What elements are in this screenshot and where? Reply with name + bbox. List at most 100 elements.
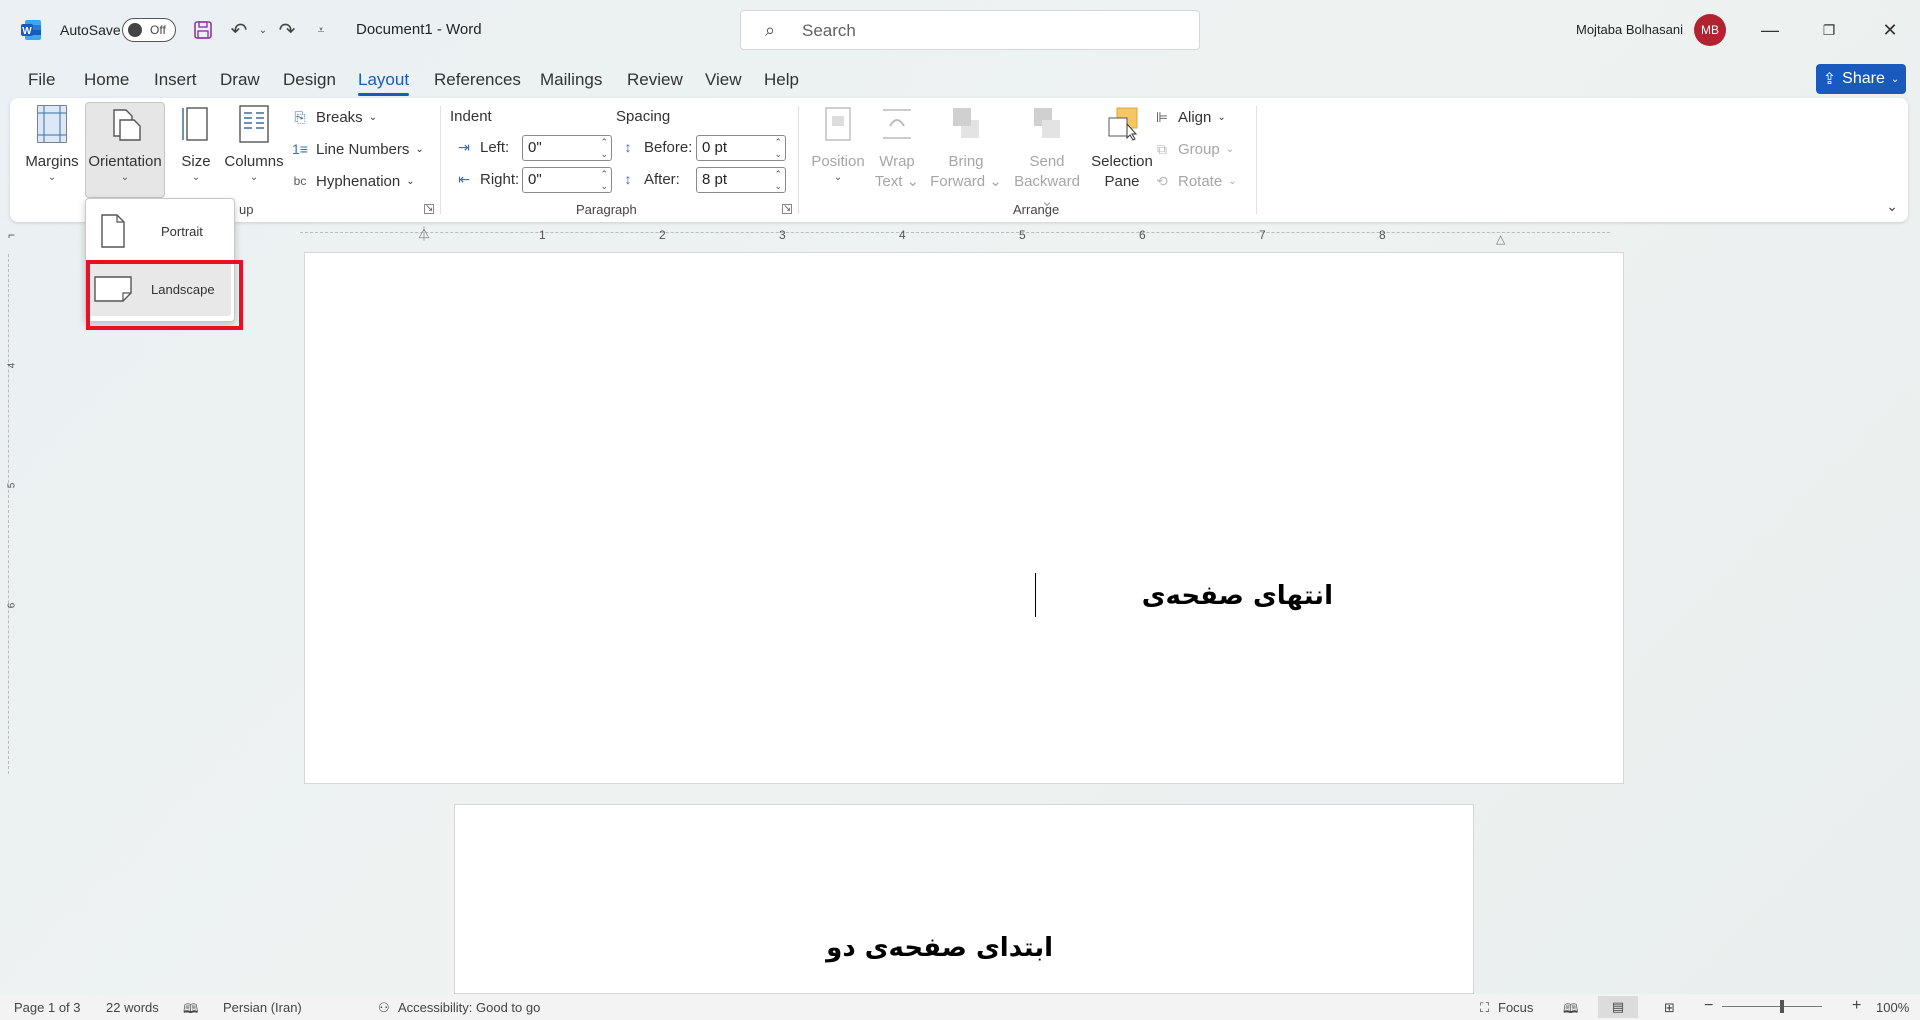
tab-references[interactable]: References [434, 70, 521, 90]
page-setup-launcher-icon[interactable]: ↘ [424, 204, 434, 214]
page2-text[interactable]: ابتدای صفحه‌ی دو [826, 933, 1053, 963]
breaks-label: Breaks [316, 108, 363, 126]
bring-forward-label-1: Bring [948, 153, 984, 170]
margins-icon [37, 105, 67, 143]
document-page-2[interactable]: ابتدای صفحه‌ی دو [454, 804, 1474, 994]
bring-forward-icon [953, 108, 979, 138]
spinner-arrows-icon[interactable]: ⌃ ⌄ [600, 136, 608, 160]
spacing-before-label: Before: [644, 138, 693, 156]
ruler-number: 2 [659, 228, 666, 242]
redo-icon[interactable]: ↷ [274, 17, 300, 43]
tab-selector-icon[interactable]: ⌐ [8, 228, 15, 242]
document-page-1[interactable]: انتهای صفحه‌ی [304, 252, 1624, 784]
bring-forward-button[interactable]: Bring Forward ⌄ [928, 104, 1004, 192]
right-indent-marker-icon[interactable]: △ [1496, 232, 1505, 246]
line-numbers-button[interactable]: 1≡ Line Numbers ⌄ [290, 140, 424, 158]
accessibility-status[interactable]: Accessibility: Good to go [398, 1000, 540, 1015]
indent-right-label: Right: [480, 170, 520, 188]
save-icon[interactable] [190, 17, 216, 43]
share-button[interactable]: ⇪ Share ⌄ [1816, 64, 1906, 94]
tab-draw[interactable]: Draw [220, 70, 260, 90]
tab-design[interactable]: Design [283, 70, 336, 90]
indent-right-icon: ⇤ [458, 170, 470, 187]
hyphenation-button[interactable]: bc Hyphenation ⌄ [290, 172, 415, 190]
focus-icon[interactable]: ⛶ [1480, 1000, 1489, 1016]
send-backward-button[interactable]: Send Backward ⌄ [1006, 104, 1088, 212]
user-name[interactable]: Mojtaba Bolhasani [1576, 22, 1683, 37]
wrap-text-button[interactable]: Wrap Text ⌄ [872, 104, 922, 192]
focus-label[interactable]: Focus [1498, 1000, 1533, 1015]
menu-item-portrait[interactable]: Portrait [89, 204, 231, 258]
spinner-arrows-icon[interactable]: ⌃ ⌄ [774, 136, 782, 160]
close-icon[interactable]: ✕ [1875, 16, 1905, 44]
ruler-number: 3 [779, 228, 786, 242]
indent-right-input[interactable]: 0" ⌃ ⌄ [522, 167, 612, 193]
paragraph-launcher-icon[interactable]: ↘ [782, 204, 792, 214]
orientation-button[interactable]: Orientation ⌄ [86, 104, 164, 184]
position-button[interactable]: Position ⌄ [808, 104, 868, 184]
tab-insert[interactable]: Insert [154, 70, 197, 90]
tab-home[interactable]: Home [84, 70, 129, 90]
spacing-after-value: 8 pt [702, 171, 728, 188]
print-layout-icon[interactable]: ▤ [1598, 996, 1638, 1018]
word-count[interactable]: 22 words [106, 1000, 159, 1015]
tab-file[interactable]: File [28, 70, 55, 90]
restore-icon[interactable]: ❐ [1814, 16, 1844, 44]
read-mode-icon[interactable]: 🕮 [1563, 1000, 1578, 1020]
indent-marker-icon[interactable]: ⏃ [417, 224, 431, 244]
zoom-out-icon[interactable]: − [1704, 997, 1713, 1015]
search-placeholder: Search [802, 21, 856, 40]
breaks-button[interactable]: ⎘ Breaks ⌄ [290, 108, 377, 126]
tab-mailings[interactable]: Mailings [540, 70, 602, 90]
selection-pane-icon [1108, 107, 1138, 141]
indent-left-label: Left: [480, 138, 510, 156]
align-icon: ⊫ [1155, 108, 1169, 125]
collapse-ribbon-icon[interactable]: ⌄ [1886, 198, 1898, 215]
rotate-button[interactable]: ⟲ Rotate ⌄ [1152, 172, 1236, 190]
spacing-before-input[interactable]: 0 pt ⌃ ⌄ [696, 135, 786, 161]
send-backward-icon [1034, 108, 1060, 138]
spinner-arrows-icon[interactable]: ⌃ ⌄ [774, 168, 782, 192]
search-box[interactable]: ⌕ Search [740, 10, 1200, 50]
vertical-ruler[interactable] [8, 254, 18, 774]
indent-left-input[interactable]: 0" ⌃ ⌄ [522, 135, 612, 161]
spacing-after-icon: ↕ [624, 171, 632, 187]
proofing-icon[interactable]: 🕮 [183, 1000, 198, 1020]
size-button[interactable]: Size ⌄ [175, 104, 217, 184]
spacing-after: ↕ After: [618, 170, 680, 188]
margins-button[interactable]: Margins ⌄ [24, 104, 80, 184]
spacing-after-input[interactable]: 8 pt ⌃ ⌄ [696, 167, 786, 193]
text-cursor [1035, 573, 1036, 617]
tab-review[interactable]: Review [627, 70, 683, 90]
tab-help[interactable]: Help [764, 70, 799, 90]
undo-icon[interactable]: ↶ [226, 17, 252, 43]
status-bar: Page 1 of 3 22 words 🕮 Persian (Iran) ⚇ … [0, 994, 1920, 1020]
horizontal-ruler[interactable] [0, 226, 1920, 248]
portrait-label: Portrait [161, 223, 203, 239]
spinner-arrows-icon[interactable]: ⌃ ⌄ [600, 168, 608, 192]
zoom-in-icon[interactable]: + [1852, 997, 1861, 1015]
undo-dropdown-icon[interactable]: ⌄ [250, 17, 276, 43]
customize-qat-icon[interactable]: ⩡ [308, 17, 334, 43]
page1-text[interactable]: انتهای صفحه‌ی [1142, 581, 1333, 611]
tab-layout[interactable]: Layout [358, 70, 410, 96]
columns-button[interactable]: Columns ⌄ [222, 104, 286, 184]
bring-forward-label-2: Forward ⌄ [930, 173, 1002, 190]
avatar[interactable]: MB [1694, 14, 1726, 46]
ruler-number: 6 [1139, 228, 1146, 242]
ribbon: Margins ⌄ Orientation ⌄ Size ⌄ Columns ⌄… [10, 98, 1908, 222]
indent-label: Indent [450, 108, 492, 125]
language[interactable]: Persian (Iran) [223, 1000, 302, 1015]
indent-left-icon: ⇥ [458, 138, 470, 155]
zoom-slider-thumb[interactable] [1780, 1000, 1784, 1013]
page-count[interactable]: Page 1 of 3 [14, 1000, 81, 1015]
autosave-toggle[interactable]: Off [122, 18, 176, 42]
zoom-level[interactable]: 100% [1876, 1000, 1909, 1015]
accessibility-icon[interactable]: ⚇ [378, 1000, 390, 1016]
minimize-icon[interactable]: — [1755, 16, 1785, 44]
group-button[interactable]: ⧉ Group ⌄ [1152, 140, 1234, 158]
tab-view[interactable]: View [705, 70, 742, 90]
zoom-slider[interactable] [1722, 1006, 1822, 1007]
web-layout-icon[interactable]: ⊞ [1664, 1000, 1675, 1016]
align-button[interactable]: ⊫ Align ⌄ [1152, 108, 1226, 126]
